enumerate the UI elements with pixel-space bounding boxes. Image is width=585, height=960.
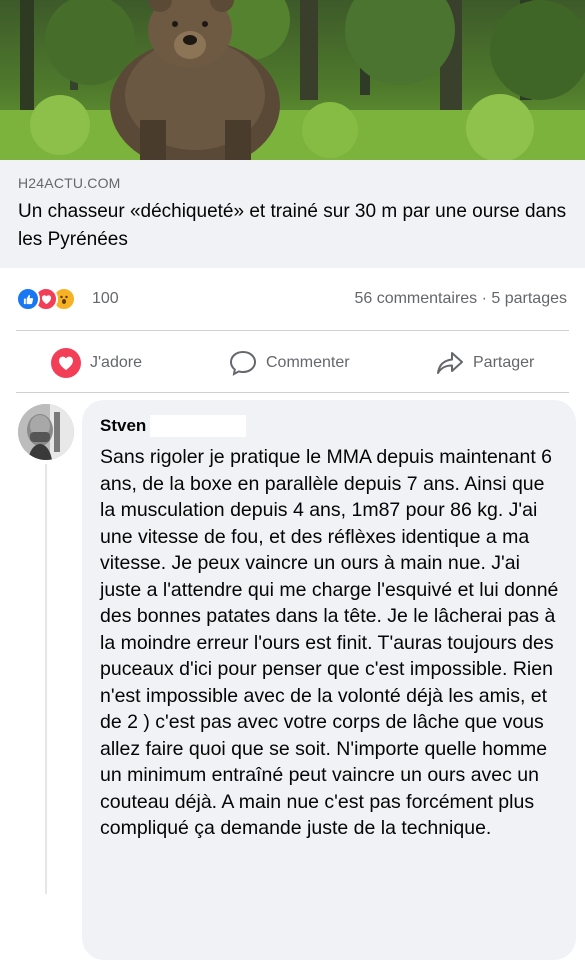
article-image[interactable]	[0, 0, 585, 160]
link-headline[interactable]: Un chasseur «déchiqueté» et trainé sur 3…	[18, 198, 573, 254]
comment: Stven Sans rigoler je pratique le MMA de…	[0, 392, 585, 960]
thread-line	[45, 464, 47, 894]
comments-shares-count[interactable]: 56 commentaires · 5 partages	[354, 290, 567, 308]
link-preview[interactable]: H24ACTU.COM Un chasseur «déchiqueté» et …	[0, 160, 585, 268]
comment-icon	[229, 350, 257, 376]
reaction-icons[interactable]	[16, 287, 76, 311]
comment-button-label: Commenter	[266, 354, 350, 371]
comment-text: Sans rigoler je pratique le MMA depuis m…	[100, 446, 559, 839]
post-stats: 100 56 commentaires · 5 partages	[0, 280, 585, 318]
divider	[16, 330, 569, 331]
profile-photo	[18, 404, 74, 460]
love-reaction-icon	[51, 348, 81, 378]
link-domain: H24ACTU.COM	[18, 175, 121, 191]
action-bar: J'adore Commenter Partager	[0, 336, 585, 392]
share-icon	[437, 352, 463, 374]
comment-button[interactable]: Commenter	[228, 348, 350, 378]
share-button-label: Partager	[473, 354, 535, 371]
redaction-box	[150, 415, 246, 437]
comment-author[interactable]: Stven	[100, 416, 146, 436]
share-button[interactable]: Partager	[435, 348, 534, 378]
bear-photo	[0, 0, 585, 160]
avatar[interactable]	[18, 404, 74, 460]
love-button-label: J'adore	[90, 354, 142, 371]
comment-bubble: Stven Sans rigoler je pratique le MMA de…	[82, 400, 576, 960]
love-button[interactable]: J'adore	[50, 348, 142, 378]
reaction-count[interactable]: 100	[92, 290, 119, 308]
like-icon	[16, 287, 40, 311]
